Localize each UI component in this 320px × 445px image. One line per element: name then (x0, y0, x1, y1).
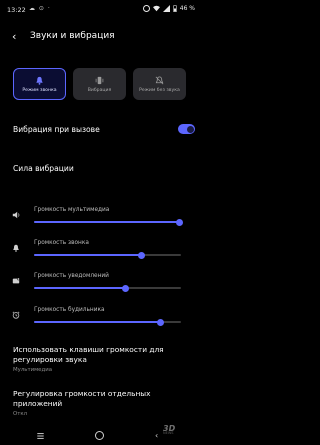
home-icon[interactable] (95, 431, 104, 440)
separate-app-volume-item[interactable]: Регулировка громкости отдельных приложен… (13, 389, 188, 417)
mode-silent-button[interactable]: Режим без звука (133, 68, 186, 100)
ring-volume-label: Громкость звонка (34, 240, 89, 246)
notification-volume-slider[interactable] (34, 284, 181, 292)
vibration-on-call-label: Вибрация при вызове (13, 125, 100, 134)
separate-app-volume-subtitle: Откл (13, 411, 28, 417)
battery-percent: 46 % (179, 5, 195, 12)
ring-icon (142, 5, 150, 12)
back-arrow-icon[interactable]: ‹ (12, 30, 16, 43)
slider-fill (34, 321, 161, 323)
media-volume-slider[interactable] (34, 218, 184, 226)
vibration-on-call-toggle[interactable] (178, 124, 195, 134)
ring-volume-slider[interactable] (34, 251, 181, 259)
separate-app-volume-title: Регулировка громкости отдельных приложен… (13, 389, 151, 408)
slider-fill (34, 221, 180, 223)
page-title: Звуки и вибрация (30, 31, 115, 41)
alarm-icon (12, 311, 20, 319)
volume-keys-subtitle: Мультимедиа (13, 367, 53, 373)
notification-volume-label: Громкость уведомлений (34, 273, 109, 279)
recent-apps-icon[interactable] (36, 432, 45, 440)
status-bar: 13:22 ☁ ⊙ · 46 % (0, 0, 200, 20)
signal-icon (162, 5, 170, 12)
volume-keys-title: Использовать клавиши громкости для регул… (13, 345, 164, 364)
bell-icon (13, 244, 19, 252)
slider-fill (34, 287, 126, 289)
battery-icon (173, 5, 177, 12)
toggle-knob (186, 125, 194, 133)
mode-ring-label: Режим звонка (22, 87, 57, 93)
bell-icon (36, 76, 43, 85)
mode-ring-button[interactable]: Режим звонка (13, 68, 66, 100)
slider-thumb[interactable] (176, 218, 184, 226)
alarm-volume-slider[interactable] (34, 318, 181, 326)
status-right-icons: 46 % (142, 5, 195, 12)
watermark-logo: 3D NEWS (163, 424, 175, 435)
vibration-strength-item[interactable]: Сила вибрации (13, 164, 74, 173)
mode-silent-label: Режим без звука (139, 87, 180, 93)
slider-thumb[interactable] (156, 318, 164, 326)
mode-vibrate-label: Вибрация (87, 87, 112, 93)
volume-keys-item[interactable]: Использовать клавиши громкости для регул… (13, 345, 188, 373)
slider-fill (34, 254, 142, 256)
status-time: 13:22 (7, 6, 26, 14)
mode-vibrate-button[interactable]: Вибрация (73, 68, 126, 100)
bell-off-icon (155, 75, 164, 84)
speaker-icon (12, 211, 20, 219)
nav-back-icon[interactable]: ‹ (155, 431, 158, 440)
wifi-icon (152, 5, 160, 12)
watermark-sub: NEWS (163, 431, 174, 435)
slider-thumb[interactable] (137, 251, 145, 259)
status-notification-icons: ☁ ⊙ · (29, 5, 51, 12)
notification-icon (12, 277, 20, 284)
alarm-volume-label: Громкость будильника (34, 307, 105, 313)
slider-thumb[interactable] (121, 284, 129, 292)
media-volume-label: Громкость мультимедиа (34, 207, 110, 213)
vibrate-icon (95, 76, 104, 84)
